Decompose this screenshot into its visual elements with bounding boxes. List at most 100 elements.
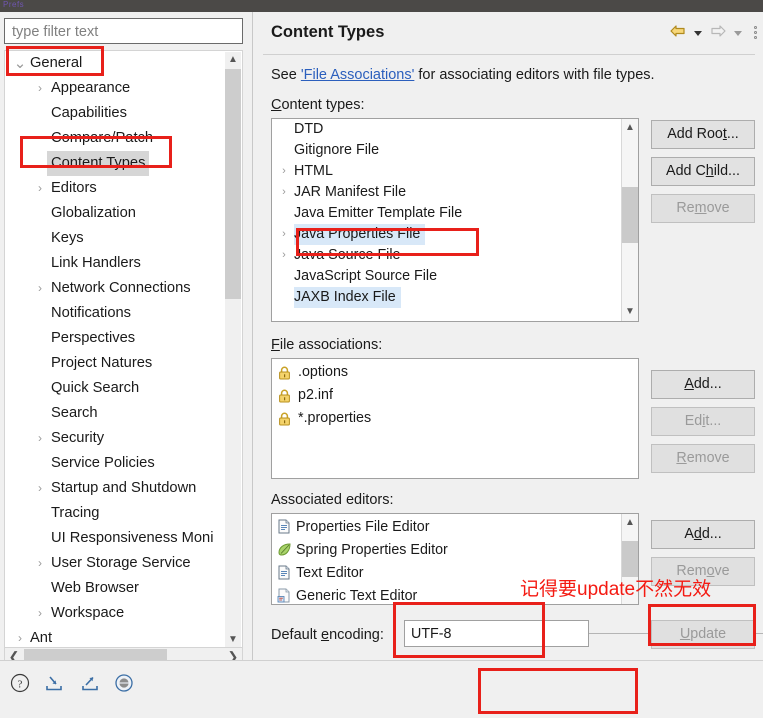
sidebar-item-general[interactable]: ⌄ General <box>5 51 227 76</box>
scrollbar-thumb[interactable] <box>622 187 638 243</box>
file-association-row[interactable]: *.properties <box>272 407 638 430</box>
back-dropdown-icon[interactable] <box>693 31 702 36</box>
sidebar-item-compare-patch[interactable]: Compare/Patch <box>5 126 227 151</box>
view-menu-icon[interactable] <box>754 26 757 41</box>
sidebar-item-link-handlers[interactable]: Link Handlers <box>5 251 227 276</box>
sidebar-item-quick-search[interactable]: Quick Search <box>5 376 227 401</box>
sidebar-item-label: General <box>30 55 83 71</box>
content-type-label: Java Properties File <box>294 224 426 245</box>
sidebar-item-keys[interactable]: Keys <box>5 226 227 251</box>
sidebar-item-label: Link Handlers <box>51 255 141 271</box>
scrollbar-thumb[interactable] <box>622 541 638 577</box>
sidebar-item-search[interactable]: Search <box>5 401 227 426</box>
back-arrow-icon[interactable] <box>669 24 687 43</box>
content-type-row[interactable]: JAXB Index File <box>272 287 620 308</box>
chevron-down-icon[interactable]: ⌄ <box>13 51 27 76</box>
restore-defaults-icon[interactable] <box>114 673 134 698</box>
associated-editor-row[interactable]: Spring Properties Editor <box>272 539 620 562</box>
file-association-row[interactable]: .options <box>272 361 638 384</box>
file-associations-list[interactable]: .options p2.inf *.properties <box>271 358 639 479</box>
content-type-row[interactable]: › HTML <box>272 161 620 182</box>
remove-association-label: Remove <box>676 450 730 466</box>
add-editor-button[interactable]: Add... <box>651 520 755 549</box>
forward-arrow-icon <box>709 24 727 43</box>
content-type-row[interactable]: › Java Source File <box>272 245 620 266</box>
sidebar-item-user-storage-service[interactable]: › User Storage Service <box>5 551 227 576</box>
chevron-right-icon[interactable]: › <box>33 601 47 626</box>
chevron-right-icon[interactable]: › <box>33 551 47 576</box>
chevron-right-icon[interactable]: › <box>278 224 290 245</box>
export-icon[interactable] <box>79 673 101 698</box>
sidebar-item-startup-and-shutdown[interactable]: › Startup and Shutdown <box>5 476 227 501</box>
help-icon[interactable]: ? <box>10 673 30 698</box>
chevron-right-icon[interactable]: › <box>278 161 290 182</box>
associated-editor-row[interactable]: Properties File Editor <box>272 516 620 539</box>
sidebar-item-network-connections[interactable]: › Network Connections <box>5 276 227 301</box>
sidebar-item-ant[interactable]: › Ant <box>5 626 227 647</box>
sidebar-item-label: Search <box>51 405 98 421</box>
sidebar-item-capabilities[interactable]: Capabilities <box>5 101 227 126</box>
sidebar-item-globalization[interactable]: Globalization <box>5 201 227 226</box>
sidebar-item-editors[interactable]: › Editors <box>5 176 227 201</box>
generic-text-icon <box>277 588 291 604</box>
preferences-tree[interactable]: ⌄ General › Appearance Capabilities Compare/P… <box>4 50 243 648</box>
scroll-up-icon[interactable]: ▲ <box>622 515 638 531</box>
sidebar-item-label: Security <box>51 430 105 446</box>
scrollbar-thumb[interactable] <box>225 69 241 299</box>
content-type-row[interactable]: JavaScript Source File <box>272 266 620 287</box>
sidebar-vertical-scrollbar[interactable]: ▲ ▼ <box>225 52 241 647</box>
sidebar-item-perspectives[interactable]: Perspectives <box>5 326 227 351</box>
sidebar-item-service-policies[interactable]: Service Policies <box>5 451 227 476</box>
panel-header: Content Types <box>253 12 763 55</box>
scroll-up-icon[interactable]: ▲ <box>225 52 241 68</box>
content-type-row[interactable]: › Java Properties File <box>272 224 620 245</box>
content-type-label: DTD <box>294 121 324 137</box>
add-child-button[interactable]: Add Child... <box>651 157 755 186</box>
content-type-label: JAXB Index File <box>294 287 401 308</box>
chevron-right-icon[interactable]: › <box>13 626 27 647</box>
chevron-right-icon[interactable]: › <box>33 476 47 501</box>
content-types-list[interactable]: DTD Gitignore File › HTML › JAR Manifest File… <box>271 118 639 322</box>
remove-content-type-button: Remove <box>651 194 755 223</box>
sidebar-item-appearance[interactable]: › Appearance <box>5 76 227 101</box>
content-type-label: Java Source File <box>294 247 401 263</box>
chevron-right-icon[interactable]: › <box>278 182 290 203</box>
forward-dropdown-icon[interactable] <box>733 31 742 36</box>
chevron-right-icon[interactable]: › <box>33 426 47 451</box>
chevron-right-icon[interactable]: › <box>33 76 47 101</box>
scroll-down-icon[interactable]: ▼ <box>622 304 638 320</box>
import-icon[interactable] <box>43 673 65 698</box>
scroll-up-icon[interactable]: ▲ <box>622 120 638 136</box>
content-types-scrollbar[interactable]: ▲ ▼ <box>621 119 638 321</box>
sidebar-item-label: Project Natures <box>51 355 153 371</box>
scroll-down-icon[interactable]: ▼ <box>225 632 241 647</box>
sidebar-item-content-types[interactable]: Content Types <box>5 151 227 176</box>
sidebar-item-label: UI Responsiveness Moni <box>51 530 214 546</box>
footer-icon-group: ? <box>10 673 143 698</box>
filter-input[interactable]: type filter text <box>4 18 243 44</box>
file-associations-link[interactable]: 'File Associations' <box>301 67 415 83</box>
default-encoding-input[interactable]: UTF-8 <box>404 620 589 647</box>
add-editor-label: Add... <box>684 526 722 542</box>
add-association-button[interactable]: Add... <box>651 370 755 399</box>
sidebar-item-notifications[interactable]: Notifications <box>5 301 227 326</box>
file-association-row[interactable]: p2.inf <box>272 384 638 407</box>
sidebar-item-web-browser[interactable]: Web Browser <box>5 576 227 601</box>
sidebar-item-security[interactable]: › Security <box>5 426 227 451</box>
sidebar-item-project-natures[interactable]: Project Natures <box>5 351 227 376</box>
add-root-button[interactable]: Add Root... <box>651 120 755 149</box>
associated-editor-label: Spring Properties Editor <box>296 542 448 558</box>
associated-editor-label: Text Editor <box>296 565 364 581</box>
chevron-right-icon[interactable]: › <box>278 245 290 266</box>
content-type-row[interactable]: Gitignore File <box>272 140 620 161</box>
chevron-right-icon[interactable]: › <box>33 176 47 201</box>
window-title-ghost-text: Prefs <box>3 0 25 9</box>
content-type-row[interactable]: DTD <box>272 119 620 140</box>
chevron-right-icon[interactable]: › <box>33 276 47 301</box>
content-type-row[interactable]: Java Emitter Template File <box>272 203 620 224</box>
sidebar-item-ui-responsiveness-moni[interactable]: UI Responsiveness Moni <box>5 526 227 551</box>
associated-editors-label: Associated editors: <box>271 492 394 508</box>
sidebar-item-workspace[interactable]: › Workspace <box>5 601 227 626</box>
content-type-row[interactable]: › JAR Manifest File <box>272 182 620 203</box>
sidebar-item-tracing[interactable]: Tracing <box>5 501 227 526</box>
